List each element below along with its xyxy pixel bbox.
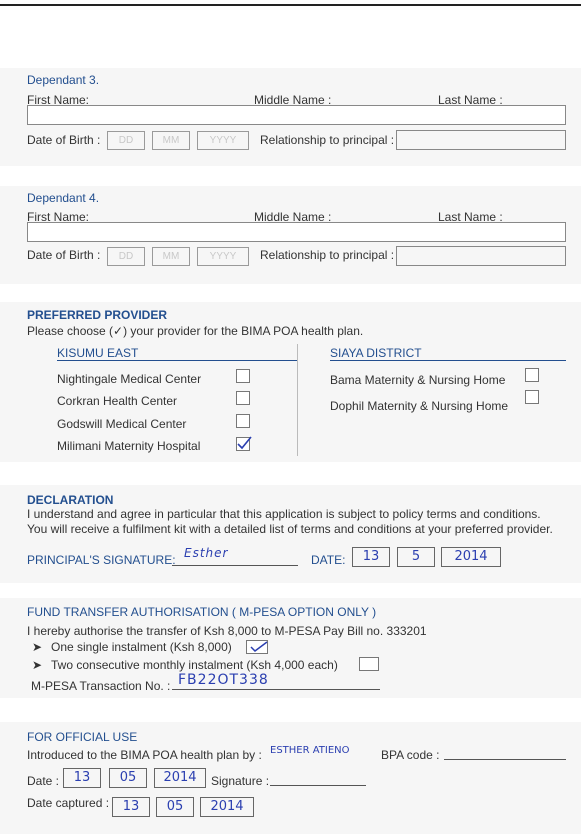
option-two-checkbox[interactable] — [359, 657, 379, 671]
introduced-by-value: ESTHER ATIENO — [270, 745, 350, 756]
provider-checkbox[interactable] — [236, 436, 252, 451]
option-two-label: Two consecutive monthly instalment (Ksh … — [51, 658, 338, 672]
option-one-checkbox[interactable] — [246, 640, 268, 654]
dependant3-title: Dependant 3. — [27, 73, 100, 87]
provider-option: Milimani Maternity Hospital — [57, 439, 201, 453]
check-icon — [237, 436, 252, 450]
official-date-yyyy[interactable]: 2014 — [154, 768, 206, 788]
date-captured-label: Date captured : — [27, 796, 110, 810]
dob-mm-field[interactable]: MM — [152, 247, 190, 266]
dob-yyyy-field[interactable]: YYYY — [197, 247, 249, 266]
date-dd-field[interactable]: 13 — [352, 547, 390, 567]
provider-option: Dophil Maternity & Nursing Home — [330, 399, 509, 413]
official-date-mm[interactable]: 05 — [109, 768, 147, 788]
date-yyyy-field[interactable]: 2014 — [441, 547, 501, 567]
principal-signature: Esther — [184, 546, 229, 560]
captured-mm[interactable]: 05 — [156, 797, 194, 817]
signature-line — [172, 565, 298, 566]
check-icon — [250, 641, 268, 652]
declaration-title: DECLARATION — [27, 493, 114, 507]
dob-yyyy-field[interactable]: YYYY — [197, 131, 249, 150]
provider-checkbox[interactable] — [525, 368, 539, 382]
dependant3-name-field[interactable] — [27, 105, 566, 125]
provider-option: Bama Maternity & Nursing Home — [330, 373, 506, 387]
top-border — [0, 4, 581, 6]
provider-option: Nightingale Medical Center — [57, 372, 202, 386]
introduced-label: Introduced to the BIMA POA health plan b… — [27, 748, 262, 762]
provider-title: PREFERRED PROVIDER — [27, 308, 168, 322]
provider-instruction: Please choose (✓) your provider for the … — [27, 324, 364, 338]
option-one-label: One single instalment (Ksh 8,000) — [51, 640, 232, 654]
transaction-number: FB22OT338 — [178, 672, 269, 688]
arrow-icon: ➤ — [32, 640, 43, 654]
official-title: FOR OFFICIAL USE — [27, 730, 138, 744]
dob-mm-field[interactable]: MM — [152, 131, 190, 150]
official-date-dd[interactable]: 13 — [63, 768, 101, 788]
siaya-district-heading: SIAYA DISTRICT — [330, 346, 422, 360]
provider-checkbox[interactable] — [236, 369, 250, 383]
transaction-label: M-PESA Transaction No. : — [31, 679, 171, 693]
provider-option: Corkran Health Center — [57, 394, 178, 408]
bpa-code-label: BPA code : — [381, 748, 440, 762]
dob-dd-field[interactable]: DD — [107, 247, 145, 266]
official-signature-line — [270, 785, 366, 786]
bpa-code-line — [444, 759, 566, 760]
relationship-field[interactable] — [396, 130, 566, 150]
captured-dd[interactable]: 13 — [112, 797, 150, 817]
dob-label: Date of Birth : — [27, 248, 101, 262]
relationship-field[interactable] — [396, 246, 566, 266]
fund-line: I hereby authorise the transfer of Ksh 8… — [27, 624, 427, 638]
provider-checkbox[interactable] — [236, 414, 250, 428]
column-underline — [330, 360, 566, 361]
dependant4-title: Dependant 4. — [27, 191, 100, 205]
captured-yyyy[interactable]: 2014 — [200, 797, 254, 817]
date-mm-field[interactable]: 5 — [397, 547, 435, 567]
date-label: DATE: — [311, 553, 346, 567]
relationship-label: Relationship to principal : — [260, 248, 395, 262]
fund-title: FUND TRANSFER AUTHORISATION ( M-PESA OPT… — [27, 605, 377, 619]
declaration-line: I understand and agree in particular tha… — [27, 507, 541, 521]
column-divider — [297, 344, 298, 456]
dependant4-name-field[interactable] — [27, 222, 566, 242]
arrow-icon: ➤ — [32, 658, 43, 672]
transaction-line — [172, 689, 380, 690]
dob-dd-field[interactable]: DD — [107, 131, 145, 150]
signature-label: PRINCIPAL'S SIGNATURE: — [27, 553, 176, 567]
relationship-label: Relationship to principal : — [260, 133, 395, 147]
provider-option: Godswill Medical Center — [57, 417, 187, 431]
official-date-label: Date : — [27, 774, 60, 788]
provider-checkbox[interactable] — [525, 390, 539, 404]
official-signature-label: Signature : — [211, 774, 270, 788]
kisumu-east-heading: KISUMU EAST — [57, 346, 139, 360]
provider-checkbox[interactable] — [236, 391, 250, 405]
dob-label: Date of Birth : — [27, 133, 101, 147]
column-underline — [57, 360, 297, 361]
declaration-line: You will receive a fulfilment kit with a… — [27, 522, 553, 536]
